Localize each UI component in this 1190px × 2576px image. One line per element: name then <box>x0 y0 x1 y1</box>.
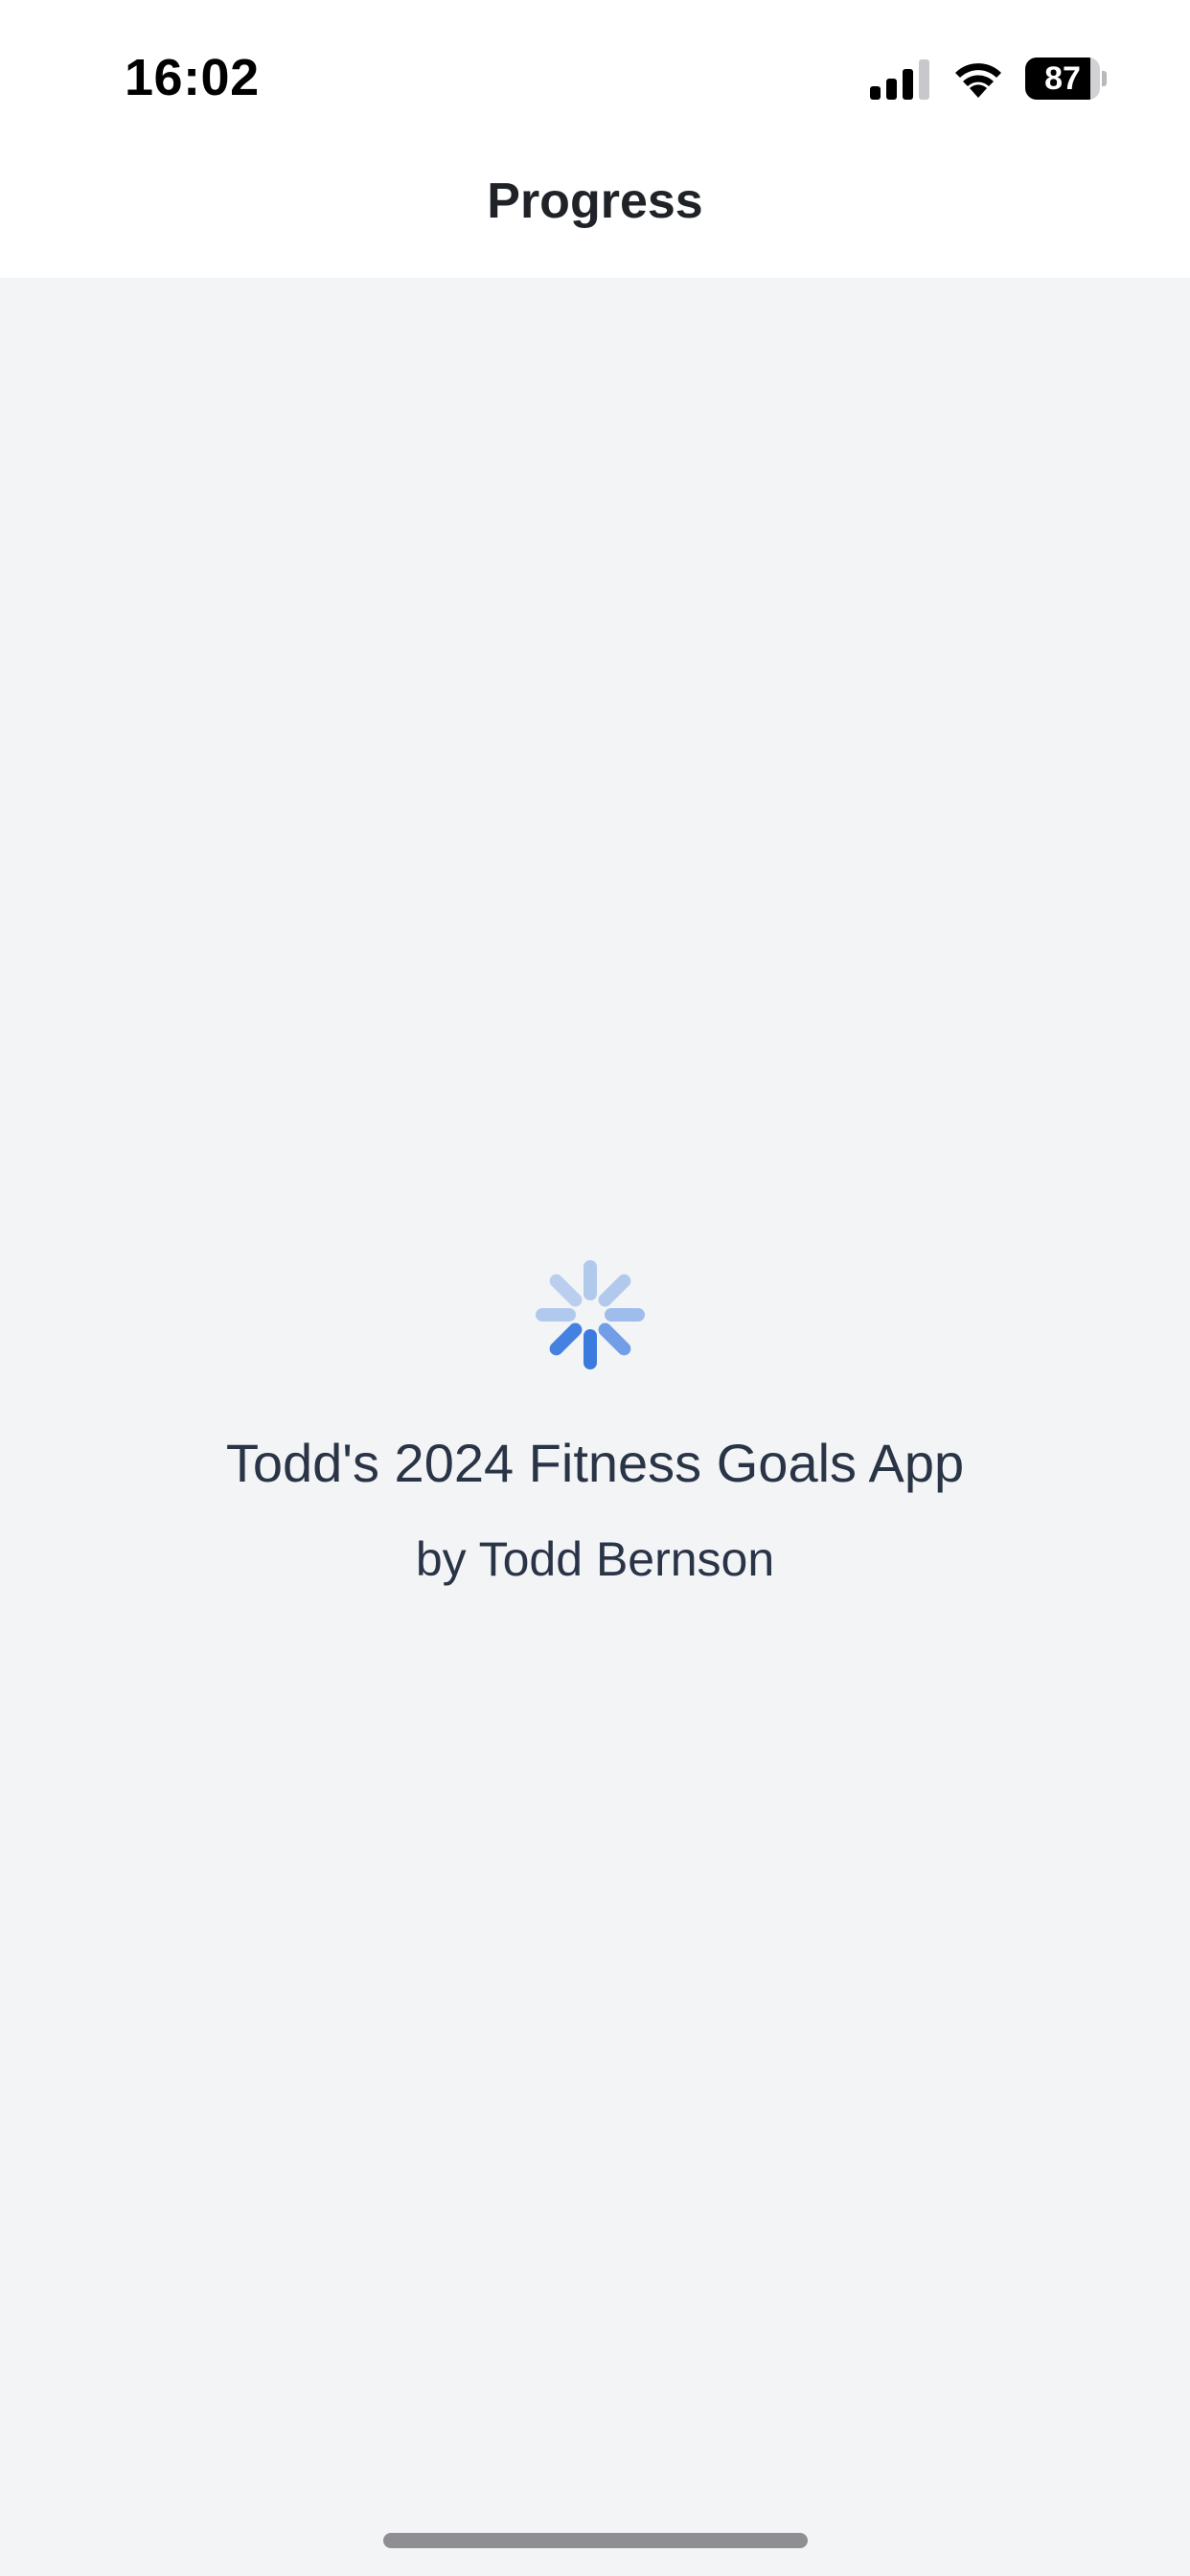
battery-level: 87 <box>1044 60 1081 97</box>
cellular-signal-icon <box>870 59 929 100</box>
home-indicator[interactable] <box>383 2533 808 2548</box>
spinner-spoke <box>598 1274 631 1307</box>
loading-spinner-icon <box>536 1260 645 1369</box>
status-time: 16:02 <box>125 49 260 106</box>
wifi-icon <box>955 63 1001 98</box>
page-title: Progress <box>487 173 703 229</box>
battery-indicator: 87 <box>1025 58 1108 100</box>
spinner-spoke <box>598 1322 631 1356</box>
app-title: Todd's 2024 Fitness Goals App <box>225 1433 965 1493</box>
navigation-bar: Progress <box>0 144 1190 278</box>
battery-body: 87 <box>1025 58 1100 100</box>
app-author: by Todd Bernson <box>415 1532 775 1586</box>
status-bar: 16:02 87 <box>0 0 1190 144</box>
loading-screen <box>0 278 1190 2576</box>
spinner-spoke <box>549 1274 583 1307</box>
spinner-spoke <box>549 1322 583 1356</box>
battery-cap <box>1102 71 1107 86</box>
